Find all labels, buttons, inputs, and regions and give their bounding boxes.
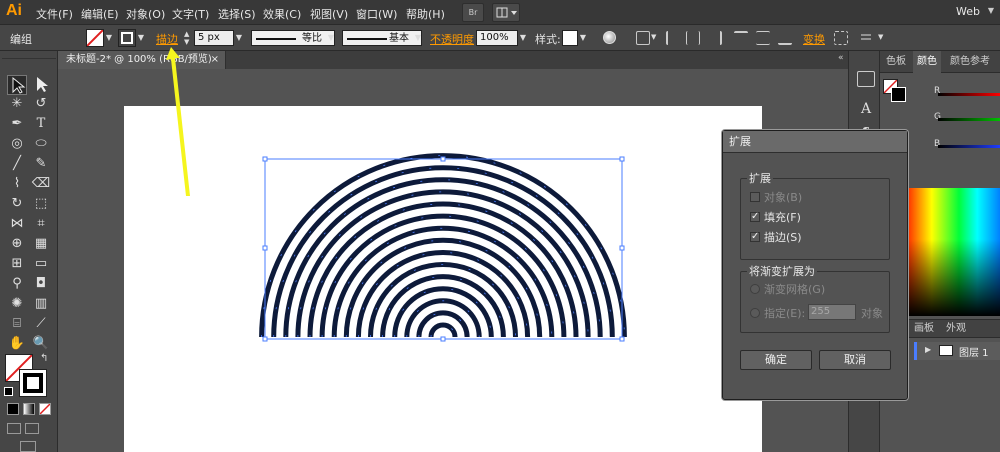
arc-path-highlight <box>382 276 504 338</box>
resize-handle[interactable] <box>262 245 268 251</box>
resize-handle[interactable] <box>619 156 625 162</box>
tab-color[interactable]: 颜色 <box>913 51 941 73</box>
expand-group <box>740 178 890 260</box>
layer-name: 图层 1 <box>959 348 989 359</box>
slider-b-track[interactable] <box>938 145 1000 148</box>
expand-dialog: 扩展 扩展 对象(B) ✓ 填充(F) ✓ 描边(S) 将渐变扩展为 渐变网格(… <box>722 130 908 400</box>
resize-handle[interactable] <box>619 245 625 251</box>
resize-handle[interactable] <box>262 336 268 342</box>
semicircle-arcs-artwork[interactable] <box>259 153 627 338</box>
expand-triangle-icon[interactable]: ▶ <box>925 345 931 354</box>
color-stroke-box[interactable] <box>891 87 906 102</box>
gradient-group-title: 将渐变扩展为 <box>747 263 817 279</box>
tab-color-guide[interactable]: 颜色参考 <box>946 51 994 73</box>
tab-appearance[interactable]: 外观 <box>942 320 970 338</box>
stroke-checkbox[interactable]: ✓ <box>750 232 760 242</box>
dialog-title[interactable]: 扩展 <box>723 131 907 153</box>
resize-handle[interactable] <box>440 156 446 162</box>
tab-artboards[interactable]: 画板 <box>910 320 938 338</box>
character-panel-icon[interactable]: A <box>857 101 875 119</box>
fill-checkbox[interactable]: ✓ <box>750 212 760 222</box>
resize-handle[interactable] <box>619 336 625 342</box>
stroke-checkbox-label: 描边(S) <box>764 231 802 244</box>
object-checkbox-label: 对象(B) <box>764 191 803 204</box>
slider-g-track[interactable] <box>938 118 1000 121</box>
specify-object-suffix: 对象 <box>861 307 883 320</box>
object-checkbox[interactable] <box>750 192 760 202</box>
specify-radio[interactable] <box>750 308 760 318</box>
slider-r-track[interactable] <box>938 93 1000 96</box>
arc-ring <box>428 322 458 338</box>
color-spectrum[interactable] <box>909 188 1000 316</box>
specify-label: 指定(E): <box>764 307 806 320</box>
gradient-mesh-label: 渐变网格(G) <box>764 283 826 296</box>
fill-checkbox-label: 填充(F) <box>764 211 801 224</box>
layer-row[interactable]: ▶ 图层 1 <box>914 342 1000 360</box>
annotation-arrow <box>166 47 190 196</box>
resize-handle[interactable] <box>440 336 446 342</box>
arc-ring <box>380 274 506 338</box>
color-guide-icon[interactable] <box>857 71 875 87</box>
specify-value-field[interactable]: 255 <box>808 304 856 320</box>
layer-thumbnail <box>939 345 953 356</box>
yellow-arrow-shape <box>166 47 190 196</box>
tab-swatches[interactable]: 色板 <box>882 51 910 73</box>
expand-group-title: 扩展 <box>747 170 773 186</box>
resize-handle[interactable] <box>262 156 268 162</box>
ok-button[interactable]: 确定 <box>740 350 812 370</box>
gradient-mesh-radio[interactable] <box>750 284 760 294</box>
cancel-button[interactable]: 取消 <box>819 350 891 370</box>
